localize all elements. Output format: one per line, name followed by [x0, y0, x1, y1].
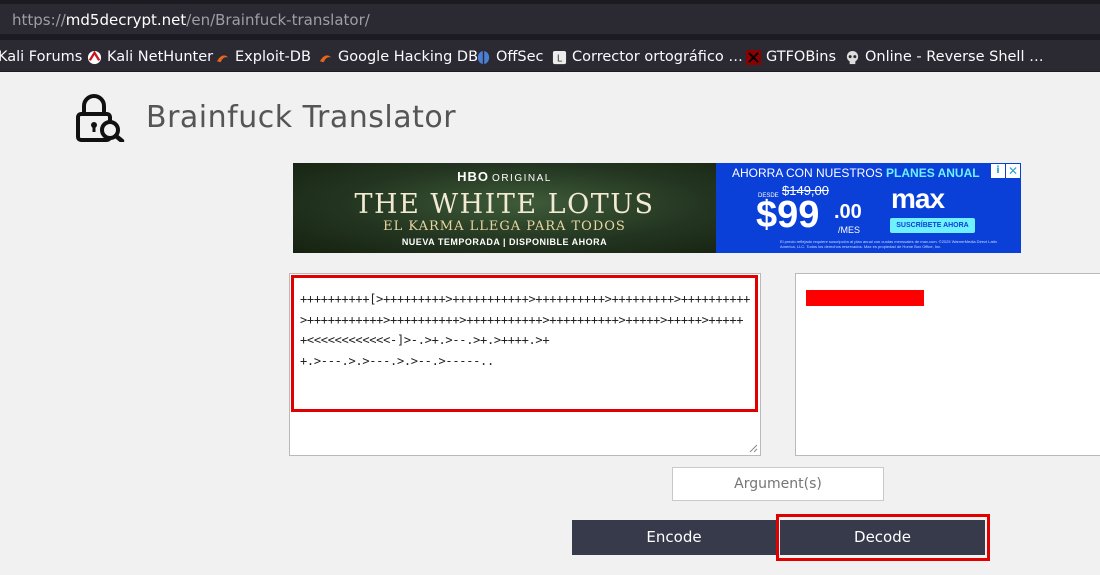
bookmark-label: Google Hacking DB: [338, 49, 479, 65]
bookmark-label: Online - Reverse Shell …: [865, 49, 1044, 65]
ad-info-icon[interactable]: i: [991, 164, 1005, 178]
bookmark-label: Kali Forums: [0, 49, 83, 65]
svg-text:L: L: [556, 53, 562, 64]
exploit-db-icon: [214, 49, 230, 65]
redaction-box: [806, 290, 924, 306]
bookmark-kali-nethunter[interactable]: Kali NetHunter: [86, 47, 213, 67]
bookmark-reverse-shell[interactable]: Online - Reverse Shell …: [844, 47, 1044, 67]
ad-close-icon[interactable]: ✕: [1006, 164, 1020, 178]
brainfuck-input-textarea[interactable]: ++++++++++[>+++++++++>+++++++++++>++++++…: [289, 273, 761, 456]
decode-button[interactable]: Decode: [780, 520, 985, 555]
ad-promo-panel: AHORRA CON NUESTROS PLANES ANUAL DESDE $…: [716, 163, 1021, 253]
ad-per-month: /MES: [838, 225, 861, 235]
gtfobins-icon: [745, 49, 761, 65]
ad-banner[interactable]: HBO ORIGINAL THE WHITE LOTUS EL KARMA LLE…: [293, 163, 1021, 253]
ad-price: $99: [756, 194, 820, 236]
bookmark-label: Kali NetHunter: [107, 49, 214, 65]
bookmark-google-hacking-db[interactable]: Google Hacking DB: [317, 47, 478, 67]
ad-price-cents: .00: [834, 201, 862, 223]
argument-input[interactable]: [672, 467, 884, 501]
offsec-icon: [475, 49, 491, 65]
browser-toolbar: https://md5decrypt.net/en/Brainfuck-tran…: [0, 0, 1100, 40]
url-text[interactable]: https://md5decrypt.net/en/Brainfuck-tran…: [12, 11, 370, 29]
ad-show-title: THE WHITE LOTUS: [354, 189, 655, 220]
bookmark-offsec[interactable]: OffSec: [475, 47, 544, 67]
spellcheck-icon: L: [551, 49, 567, 65]
address-bar[interactable]: https://md5decrypt.net/en/Brainfuck-tran…: [0, 4, 1100, 34]
bookmark-kali-forums[interactable]: Kali Forums: [0, 47, 82, 67]
bookmark-label: GTFOBins: [766, 49, 837, 65]
ad-tagline: EL KARMA LLEGA PARA TODOS: [383, 219, 626, 234]
ghdb-icon: [317, 49, 333, 65]
bookmark-exploit-db[interactable]: Exploit-DB: [214, 47, 311, 67]
bookmark-label: OffSec: [496, 49, 544, 65]
ad-show-panel: HBO ORIGINAL THE WHITE LOTUS EL KARMA LLE…: [293, 163, 716, 253]
bookmark-label: Exploit-DB: [235, 49, 311, 65]
ad-subscribe-button[interactable]: SUSCRÍBETE AHORA: [890, 218, 975, 233]
encode-button[interactable]: Encode: [572, 520, 776, 555]
ad-hbo-logo: HBO ORIGINAL: [457, 169, 552, 184]
bookmarks-bar: Kali Forums Kali NetHunter Exploit-DB Go…: [0, 40, 1100, 72]
skull-icon: [844, 49, 860, 65]
ad-promo-text: AHORRA CON NUESTROS PLANES ANUAL: [732, 166, 980, 180]
lock-search-logo-icon: [74, 94, 126, 144]
bookmark-corrector[interactable]: L Corrector ortográfico …: [551, 47, 743, 67]
resize-handle-icon[interactable]: [748, 443, 758, 453]
ad-fine-print: El precio reflejado requiere suscripción…: [780, 239, 997, 249]
bookmark-gtfobins[interactable]: GTFOBins: [745, 47, 836, 67]
page-title: Brainfuck Translator: [146, 100, 457, 135]
ad-max-logo: max: [891, 183, 945, 214]
bookmark-label: Corrector ortográfico …: [572, 49, 743, 65]
ad-subline: NUEVA TEMPORADA | DISPONIBLE AHORA: [401, 237, 608, 247]
output-textarea[interactable]: [795, 273, 1100, 456]
kali-nethunter-icon: [86, 49, 102, 65]
brainfuck-input-text[interactable]: ++++++++++[>+++++++++>+++++++++++>++++++…: [300, 289, 752, 371]
